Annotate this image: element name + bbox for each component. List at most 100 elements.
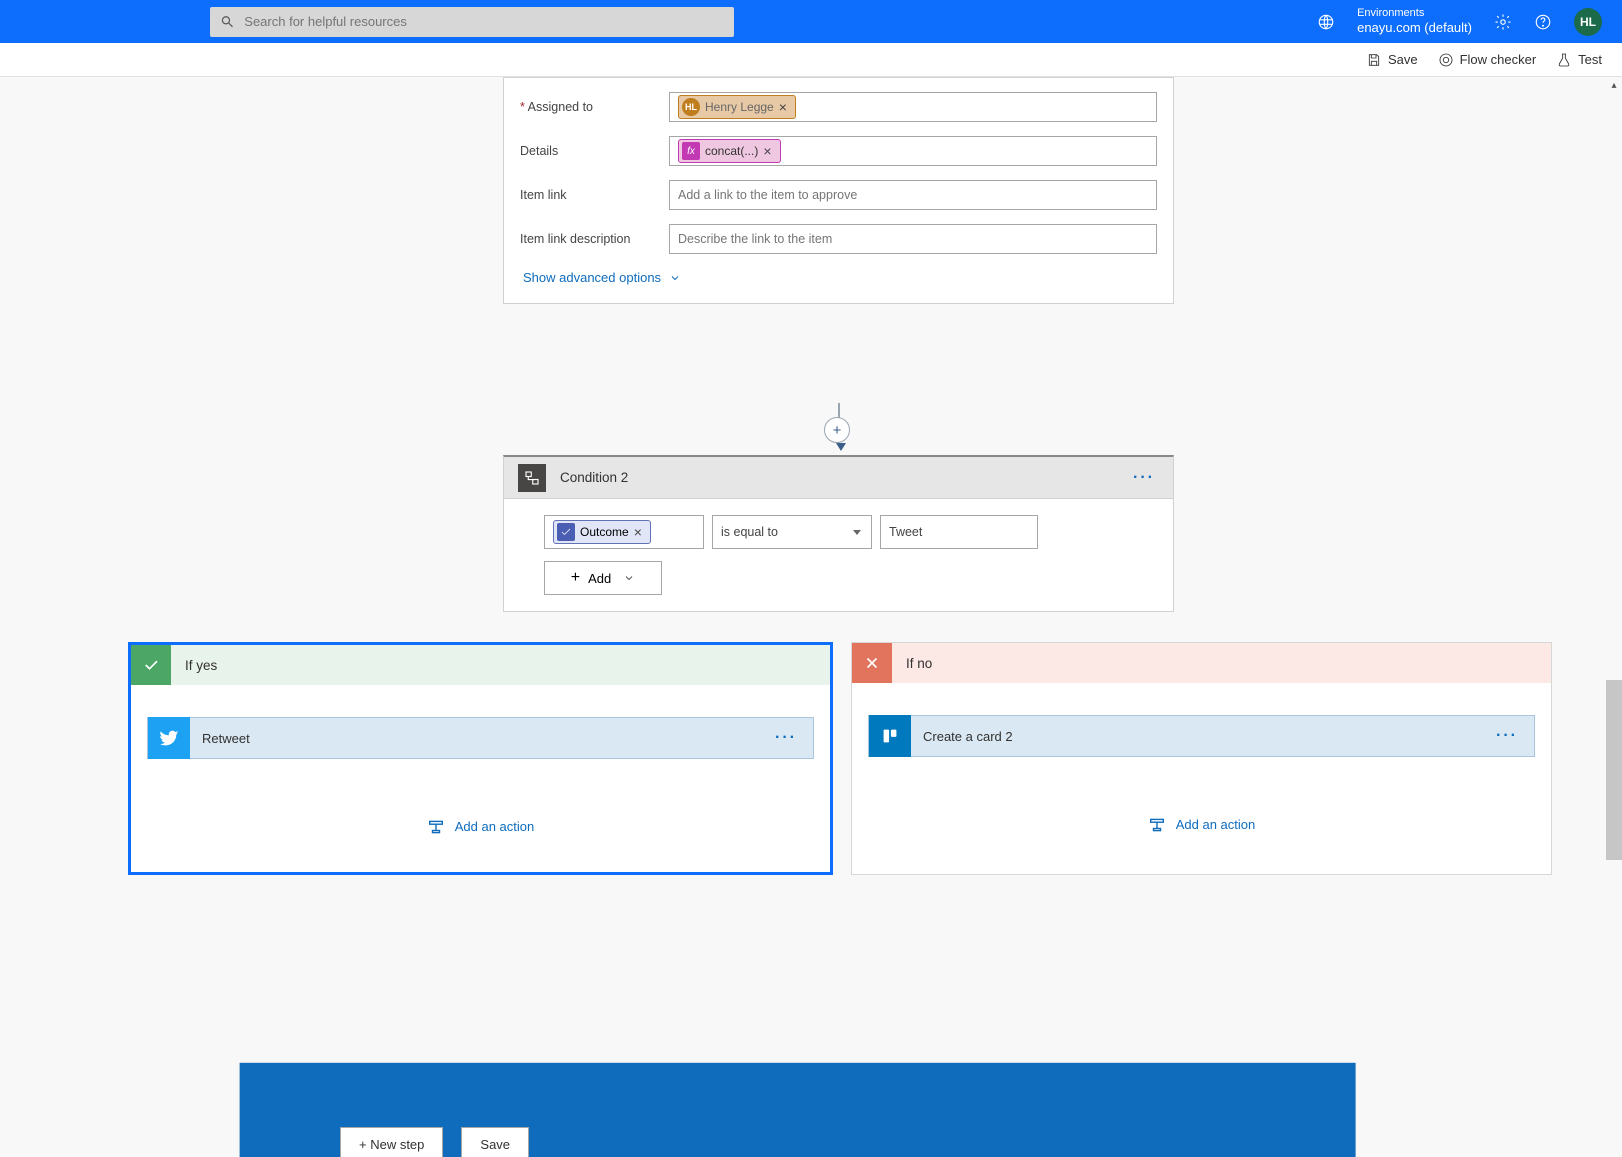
flow-checker-button[interactable]: Flow checker xyxy=(1438,52,1537,68)
help-icon[interactable] xyxy=(1534,13,1552,31)
close-icon xyxy=(852,643,892,683)
label-item-link-desc: Item link description xyxy=(520,232,655,246)
flow-canvas[interactable]: * Assigned to HL Henry Legge × Details f… xyxy=(0,77,1622,1157)
branches: If yes Retweet ··· Add an action xyxy=(128,642,1552,875)
label-assigned-to: * Assigned to xyxy=(520,100,655,114)
branch-no-header[interactable]: If no xyxy=(852,643,1551,683)
input-item-link[interactable] xyxy=(669,180,1157,210)
fx-remove-icon[interactable]: × xyxy=(763,144,771,158)
condition-title: Condition 2 xyxy=(560,470,1129,485)
check-icon xyxy=(131,645,171,685)
operator-value: is equal to xyxy=(721,525,778,539)
search-icon xyxy=(220,14,234,29)
add-action-no-label: Add an action xyxy=(1176,817,1256,832)
input-assigned-to[interactable]: HL Henry Legge × xyxy=(669,92,1157,122)
condition-lhs[interactable]: Outcome × xyxy=(544,515,704,549)
action-create-card[interactable]: Create a card 2 ··· xyxy=(868,715,1535,757)
flow-checker-icon xyxy=(1438,52,1454,68)
plus-icon: + xyxy=(571,570,580,586)
branch-yes-body: Retweet ··· Add an action xyxy=(131,685,830,844)
add-action-icon xyxy=(427,820,445,834)
add-label: Add xyxy=(588,571,611,586)
save-flow-button[interactable]: Save xyxy=(461,1127,529,1157)
add-action-icon xyxy=(128,1007,1467,1157)
token-avatar: HL xyxy=(682,98,700,116)
action-create-card-title: Create a card 2 xyxy=(923,729,1492,744)
search-field[interactable] xyxy=(210,7,734,37)
top-bar: Environments enayu.com (default) HL xyxy=(0,0,1622,43)
scroll-up-arrow[interactable]: ▴ xyxy=(1606,77,1622,93)
condition-rhs[interactable]: Tweet xyxy=(880,515,1038,549)
input-item-link-desc[interactable] xyxy=(669,224,1157,254)
search-input[interactable] xyxy=(244,14,724,29)
condition-icon xyxy=(518,464,546,492)
token-remove-icon[interactable]: × xyxy=(779,100,787,114)
approval-card: * Assigned to HL Henry Legge × Details f… xyxy=(503,77,1174,304)
flow-checker-label: Flow checker xyxy=(1460,52,1537,67)
action-retweet[interactable]: Retweet ··· xyxy=(147,717,814,759)
scrollbar-thumb[interactable] xyxy=(1606,680,1622,860)
add-action-icon xyxy=(1148,818,1166,832)
outcome-token-icon xyxy=(557,523,575,541)
action-retweet-title: Retweet xyxy=(202,731,771,746)
gear-icon[interactable] xyxy=(1494,13,1512,31)
label-item-link: Item link xyxy=(520,188,655,202)
outcome-remove-icon[interactable]: × xyxy=(634,525,642,539)
branch-no-body: Create a card 2 ··· Add an action xyxy=(852,683,1551,842)
topbar-right: Environments enayu.com (default) HL xyxy=(1317,7,1602,36)
details-fx-token[interactable]: fx concat(...) × xyxy=(678,139,781,163)
new-step-button[interactable]: + New step xyxy=(340,1127,443,1157)
save-button[interactable]: Save xyxy=(1366,52,1418,68)
environment-label[interactable]: Environments enayu.com (default) xyxy=(1357,7,1472,36)
condition-operator[interactable]: is equal to xyxy=(712,515,872,549)
branch-if-no: If no Create a card 2 ··· Add an action xyxy=(851,642,1552,875)
action-create-card-menu-icon[interactable]: ··· xyxy=(1492,727,1522,745)
bottom-buttons: + New step Save xyxy=(340,1127,529,1157)
token-name: Henry Legge xyxy=(705,100,774,114)
condition-rule: Outcome × is equal to Tweet xyxy=(544,515,1133,549)
env-heading: Environments xyxy=(1357,7,1472,20)
required-star: * xyxy=(520,100,525,114)
label-assigned-to-text: Assigned to xyxy=(528,100,593,114)
twitter-icon xyxy=(148,717,190,759)
action-retweet-menu-icon[interactable]: ··· xyxy=(771,729,801,747)
row-item-link: Item link xyxy=(520,176,1157,214)
show-advanced-label: Show advanced options xyxy=(523,270,661,285)
fx-text: concat(...) xyxy=(705,144,758,158)
branch-if-yes: If yes Retweet ··· Add an action xyxy=(128,642,833,875)
save-label: Save xyxy=(1388,52,1418,67)
show-advanced-toggle[interactable]: Show advanced options xyxy=(523,270,681,285)
condition-card: Condition 2 ··· Outcome × is equal to Tw… xyxy=(503,455,1174,612)
branch-yes-label: If yes xyxy=(185,658,217,673)
condition-body: Outcome × is equal to Tweet + Add xyxy=(504,499,1173,611)
label-details: Details xyxy=(520,144,655,158)
save-icon xyxy=(1366,52,1382,68)
arrow-down-icon xyxy=(836,443,846,451)
chevron-down-icon xyxy=(669,272,681,284)
row-details: Details fx concat(...) × xyxy=(520,132,1157,170)
add-action-yes[interactable]: Add an action xyxy=(147,819,814,834)
environment-icon[interactable] xyxy=(1317,13,1335,31)
action-toolbar: Save Flow checker Test xyxy=(0,43,1622,77)
insert-step-button[interactable]: + xyxy=(824,417,850,443)
add-action-yes-label: Add an action xyxy=(455,819,535,834)
branch-no-label: If no xyxy=(906,656,932,671)
row-item-link-desc: Item link description xyxy=(520,220,1157,258)
input-details[interactable]: fx concat(...) × xyxy=(669,136,1157,166)
add-action-no[interactable]: Add an action xyxy=(868,817,1535,832)
rhs-value: Tweet xyxy=(889,525,922,539)
chevron-down-icon xyxy=(623,572,635,584)
assigned-to-token[interactable]: HL Henry Legge × xyxy=(678,95,796,119)
add-condition-button[interactable]: + Add xyxy=(544,561,662,595)
row-assigned-to: * Assigned to HL Henry Legge × xyxy=(520,88,1157,126)
condition-menu-icon[interactable]: ··· xyxy=(1129,469,1159,487)
branch-yes-header[interactable]: If yes xyxy=(131,645,830,685)
user-avatar[interactable]: HL xyxy=(1574,8,1602,36)
test-icon xyxy=(1556,52,1572,68)
test-button[interactable]: Test xyxy=(1556,52,1602,68)
fx-icon: fx xyxy=(682,142,700,160)
condition-header[interactable]: Condition 2 ··· xyxy=(504,457,1173,499)
outcome-token-text: Outcome xyxy=(580,525,629,539)
env-name: enayu.com (default) xyxy=(1357,20,1472,36)
outcome-token[interactable]: Outcome × xyxy=(553,520,651,544)
